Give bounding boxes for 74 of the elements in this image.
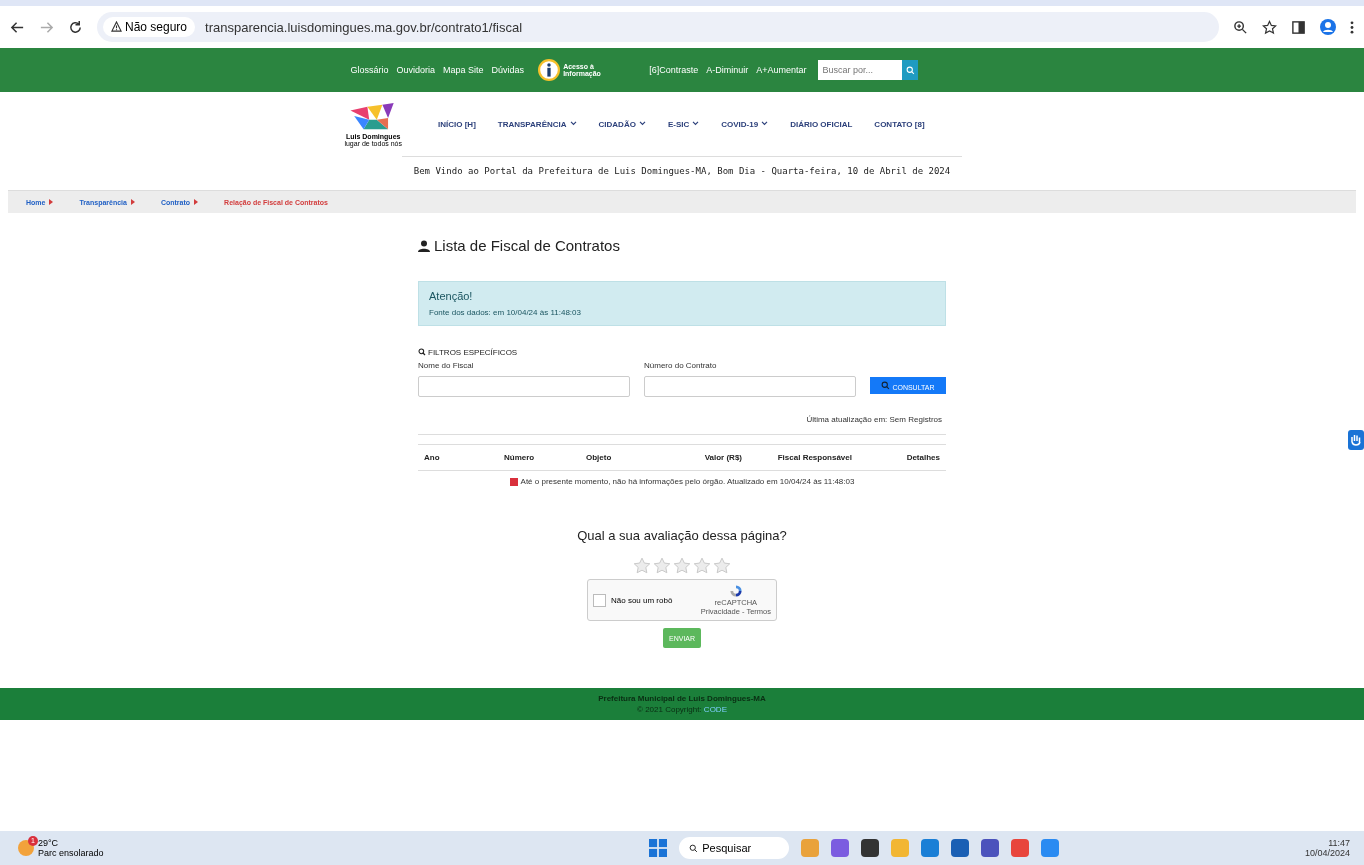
input-field[interactable] [644,376,856,397]
copyright-text: © 2021 Copyright: [637,705,702,714]
clock-time: 11:47 [1328,838,1350,848]
hand-icon[interactable] [1348,430,1364,450]
menu-icon[interactable] [1350,19,1354,35]
warning-icon [111,21,122,32]
nav-item[interactable]: COVID-19 [721,119,769,129]
alert-text: Fonte dos dados: em 10/04/24 às 11:48:03 [429,308,582,317]
bookmark-star-icon[interactable] [1262,19,1277,35]
side-panel-icon[interactable] [1291,19,1306,35]
chevron-down-icon [761,120,769,126]
column-header: Ano [424,453,441,462]
clock-date: 10/04/2024 [1304,848,1350,858]
top-link[interactable]: Glossário [350,65,389,75]
accessibility-link[interactable]: A+Aumentar [756,65,807,75]
star-icon[interactable] [633,557,651,575]
nav-item[interactable]: E-SIC [667,119,700,129]
weather-text: Parc ensolarado [38,848,104,858]
address-bar[interactable]: Não seguro transparencia.luisdomingues.ma.gov.br/contrato1/fiscal [97,12,1219,42]
trash-icon [509,477,518,486]
chevron-down-icon [692,120,700,126]
profile-icon[interactable] [1320,19,1336,35]
top-link[interactable]: Ouvidoria [396,65,436,75]
app-icon[interactable] [981,839,1000,857]
recaptcha-icon [728,584,743,598]
column-header: Valor (R$) [703,453,742,462]
nav-item[interactable]: CIDADÃO [598,119,646,129]
star-icon[interactable] [713,557,731,575]
footer-link[interactable]: CODE [703,705,727,714]
temperature-text: 29°C [38,838,59,848]
nav-item[interactable]: DIÁRIO OFICIAL [790,119,853,129]
alert-title: Atenção! [429,290,474,302]
field-label: Número do Contrato [644,361,718,370]
filters-title: FILTROS ESPECÍFICOS [428,348,518,357]
accessibility-link[interactable]: [6]Contraste [649,65,699,75]
search-icon [905,65,915,75]
empty-message: Até o presente momento, não há informações pelo órgão. Atualizado em 10/04/24 às 11:48:03 [520,477,855,486]
taskbar-search-field[interactable]: Pesquisar [679,837,790,859]
zoom-icon[interactable] [1233,19,1248,35]
field-label: Nome do Fiscal [418,361,475,370]
reload-icon[interactable] [68,19,83,35]
search-icon [881,380,891,390]
captcha-label: Não sou um robô [611,595,674,605]
nav-item[interactable]: INÍCIO [H] [438,119,476,129]
user-icon [418,239,430,252]
accessibility-link[interactable]: A-Diminuir [706,65,749,75]
search-icon [689,843,699,853]
top-link[interactable]: Dúvidas [491,65,525,75]
welcome-text: Bem Vindo ao Portal da Prefeitura de Luis Domingues-MA, Bom Dia - Quarta-feira, 10 de Abril de 2024 [413,166,951,176]
url-text: transparencia.luisdomingues.ma.gov.br/contrato1/fiscal [205,19,523,35]
search-button[interactable] [902,60,919,80]
chevron-down-icon [638,120,646,126]
chevron-down-icon [569,120,577,126]
page-title: Lista de Fiscal de Contratos [434,237,620,254]
input-field[interactable] [418,376,630,397]
column-header: Fiscal Responsável [776,453,852,462]
rating-question: Qual a sua avaliação dessa página? [577,528,787,543]
star-icon[interactable] [673,557,691,575]
app-icon[interactable] [951,839,970,857]
search-icon [418,348,426,356]
star-icon[interactable] [653,557,671,575]
nav-item[interactable]: TRANSPARÊNCIA [497,119,577,129]
captcha-checkbox[interactable] [593,593,606,607]
star-icon[interactable] [693,557,711,575]
windows-start-icon[interactable] [649,839,668,857]
column-header: Número [504,453,536,462]
top-link[interactable]: Mapa Site [443,65,484,75]
last-update-text: Última atualização em: Sem Registros [806,415,942,424]
footer-title: Prefeitura Municipal de Luis Domingues-MA [598,694,766,703]
column-header: Detalhes [905,453,940,462]
nav-item[interactable]: CONTATO [8] [874,119,925,129]
app-icon[interactable] [861,839,880,857]
security-chip[interactable]: Não seguro [103,17,196,37]
column-header: Objeto [586,453,613,462]
